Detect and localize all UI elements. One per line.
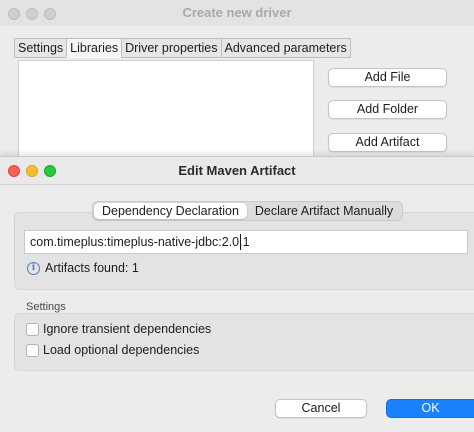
dialog-title: Edit Maven Artifact bbox=[178, 163, 296, 178]
driver-tabs: Settings Libraries Driver properties Adv… bbox=[14, 38, 351, 58]
info-circle-icon: i bbox=[27, 262, 40, 275]
ignore-transient-checkbox[interactable] bbox=[26, 323, 39, 336]
dialog-titlebar: Edit Maven Artifact bbox=[0, 157, 474, 185]
load-optional-checkbox[interactable] bbox=[26, 344, 39, 357]
tab-libraries[interactable]: Libraries bbox=[66, 38, 122, 58]
cancel-button[interactable]: Cancel bbox=[275, 399, 367, 418]
add-artifact-button[interactable]: Add Artifact bbox=[328, 133, 447, 152]
tab-settings[interactable]: Settings bbox=[14, 38, 67, 58]
load-optional-label[interactable]: Load optional dependencies bbox=[43, 343, 199, 357]
settings-heading: Settings bbox=[26, 301, 66, 313]
segment-dependency-declaration[interactable]: Dependency Declaration bbox=[94, 203, 247, 219]
tab-driver-properties[interactable]: Driver properties bbox=[121, 38, 221, 58]
dependency-input[interactable] bbox=[24, 230, 468, 254]
segment-declare-artifact-manually[interactable]: Declare Artifact Manually bbox=[247, 203, 401, 219]
add-folder-button[interactable]: Add Folder bbox=[328, 100, 447, 119]
tab-advanced-parameters[interactable]: Advanced parameters bbox=[220, 38, 351, 58]
ok-button[interactable]: OK bbox=[386, 399, 474, 418]
add-file-button[interactable]: Add File bbox=[328, 68, 447, 87]
libraries-list[interactable] bbox=[18, 60, 314, 160]
ignore-transient-label[interactable]: Ignore transient dependencies bbox=[43, 322, 211, 336]
create-driver-titlebar: Create new driver bbox=[0, 0, 474, 26]
create-driver-title: Create new driver bbox=[182, 5, 292, 20]
text-caret bbox=[240, 234, 241, 250]
artifacts-found-label: Artifacts found: 1 bbox=[45, 261, 139, 275]
create-driver-window: Create new driver Settings Libraries Dri… bbox=[0, 0, 474, 160]
mode-segmented-control: Dependency Declaration Declare Artifact … bbox=[92, 201, 404, 221]
edit-maven-artifact-dialog: Edit Maven Artifact Dependency Declarati… bbox=[0, 156, 474, 432]
